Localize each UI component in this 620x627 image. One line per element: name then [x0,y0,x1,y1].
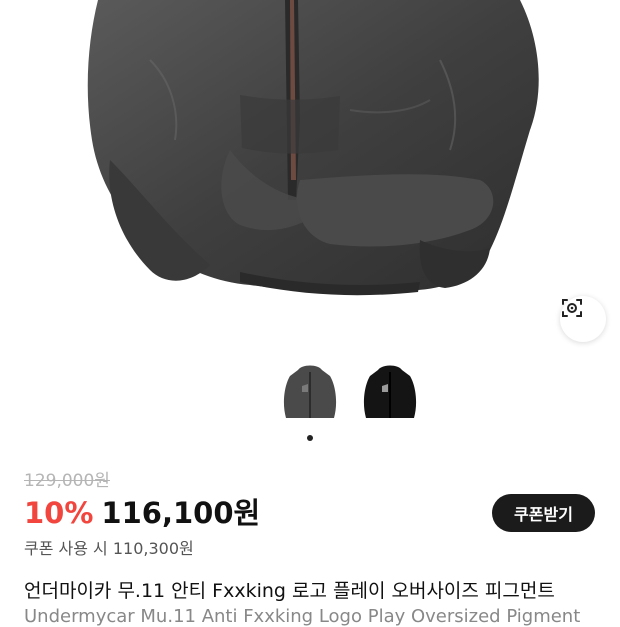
product-title-korean: 언더마이카 무.11 안티 Fxxking 로고 플레이 오버사이즈 피그먼트 [24,580,555,602]
get-coupon-button[interactable]: 쿠폰받기 [492,494,595,532]
hoodie-illustration [87,0,539,296]
thumbnail-strip [0,364,620,428]
carousel-indicator-dot [307,435,313,441]
hoodie-thumbnail-icon [363,365,417,418]
product-title-english: Undermycar Mu.11 Anti Fxxking Logo Play … [24,606,581,627]
discount-rate: 10% [24,496,94,530]
sale-price: 116,100원 [101,496,261,530]
hoodie-thumbnail-icon [283,365,337,418]
thumbnail-gray-hoodie[interactable] [280,364,340,426]
coupon-price-note: 쿠폰 사용 시 110,300원 [24,539,194,558]
original-price: 129,000원 [24,471,110,491]
image-search-button[interactable] [560,296,606,342]
product-image[interactable] [0,0,620,352]
thumbnail-black-hoodie[interactable] [360,364,420,426]
price-row: 10% 116,100원 [24,490,260,532]
image-search-icon [562,299,582,317]
